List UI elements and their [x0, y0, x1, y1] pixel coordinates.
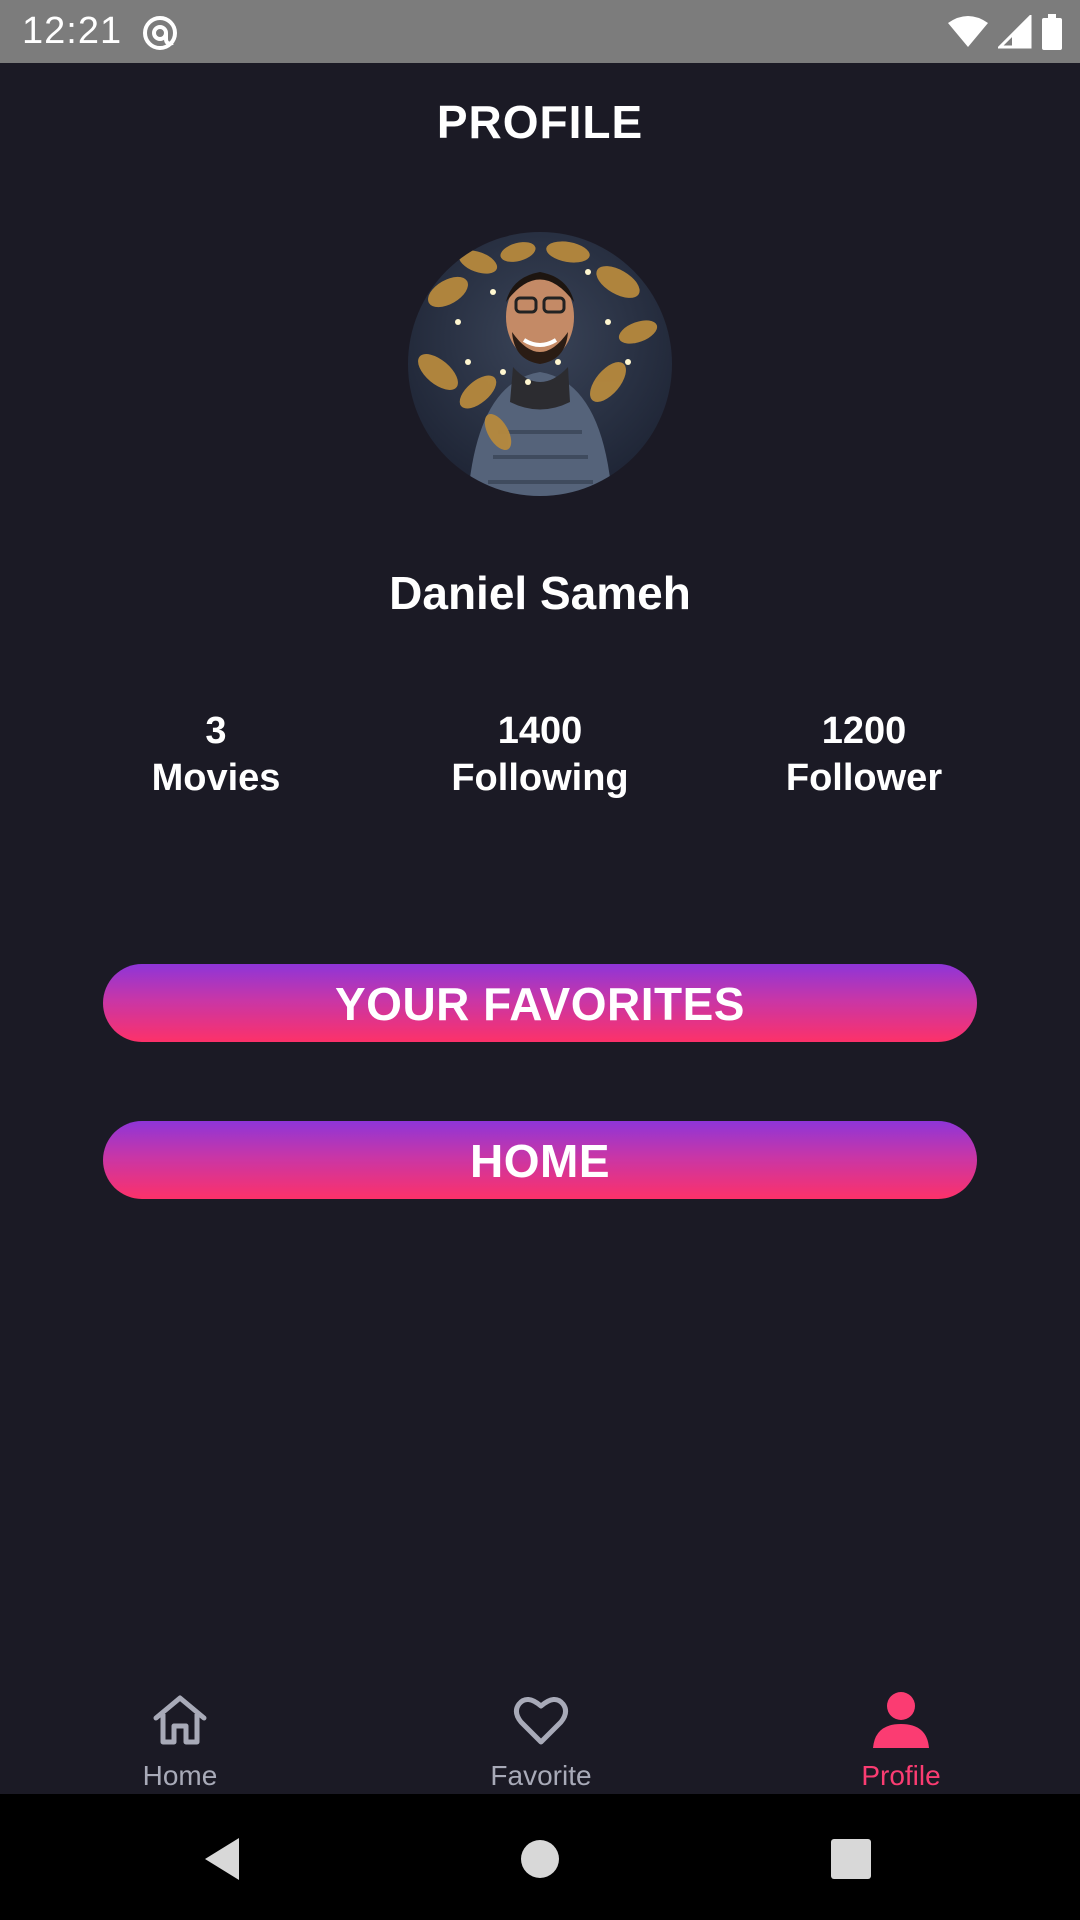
avatar-photo: [408, 232, 672, 496]
stat-value: 3: [205, 710, 227, 752]
status-icons: [948, 12, 1062, 52]
stat-value: 1400: [497, 710, 583, 752]
profile-stats: 3 Movies 1400 Following 1200 Follower: [0, 708, 1080, 808]
home-circle-icon[interactable]: [515, 1834, 565, 1884]
bottom-navigation: Home Favorite Profile: [0, 1660, 1080, 1794]
signal-icon: [998, 15, 1032, 49]
nav-label-favorite: Favorite: [490, 1760, 592, 1791]
avatar: [408, 232, 672, 496]
your-favorites-button[interactable]: YOUR FAVORITES: [103, 964, 977, 1042]
at-sign-icon: [140, 13, 180, 53]
person-icon: [871, 1690, 931, 1750]
stat-label: Following: [451, 757, 629, 799]
stat-following: 1400 Following: [390, 708, 690, 802]
stat-value: 1200: [821, 710, 907, 752]
stat-follower: 1200 Follower: [714, 708, 1014, 802]
home-icon: [150, 1690, 210, 1750]
wifi-icon: [948, 15, 988, 49]
nav-label-home: Home: [142, 1760, 218, 1791]
heart-icon: [511, 1690, 571, 1750]
stat-label: Follower: [785, 757, 943, 799]
page-title: PROFILE: [436, 96, 644, 148]
status-time: 12:21: [22, 10, 123, 52]
status-bar: 12:21: [0, 0, 1080, 63]
home-button[interactable]: HOME: [103, 1121, 977, 1199]
back-icon[interactable]: [199, 1834, 249, 1884]
nav-item-home[interactable]: Home: [80, 1660, 280, 1794]
nav-item-profile[interactable]: Profile: [801, 1660, 1001, 1794]
stat-label: Movies: [151, 757, 281, 799]
system-navigation-bar: [0, 1794, 1080, 1920]
recents-icon[interactable]: [826, 1834, 876, 1884]
stat-movies: 3 Movies: [66, 708, 366, 802]
nav-item-favorite[interactable]: Favorite: [441, 1660, 641, 1794]
nav-label-profile: Profile: [861, 1760, 941, 1791]
profile-name: Daniel Sameh: [389, 567, 691, 619]
battery-icon: [1042, 14, 1062, 50]
